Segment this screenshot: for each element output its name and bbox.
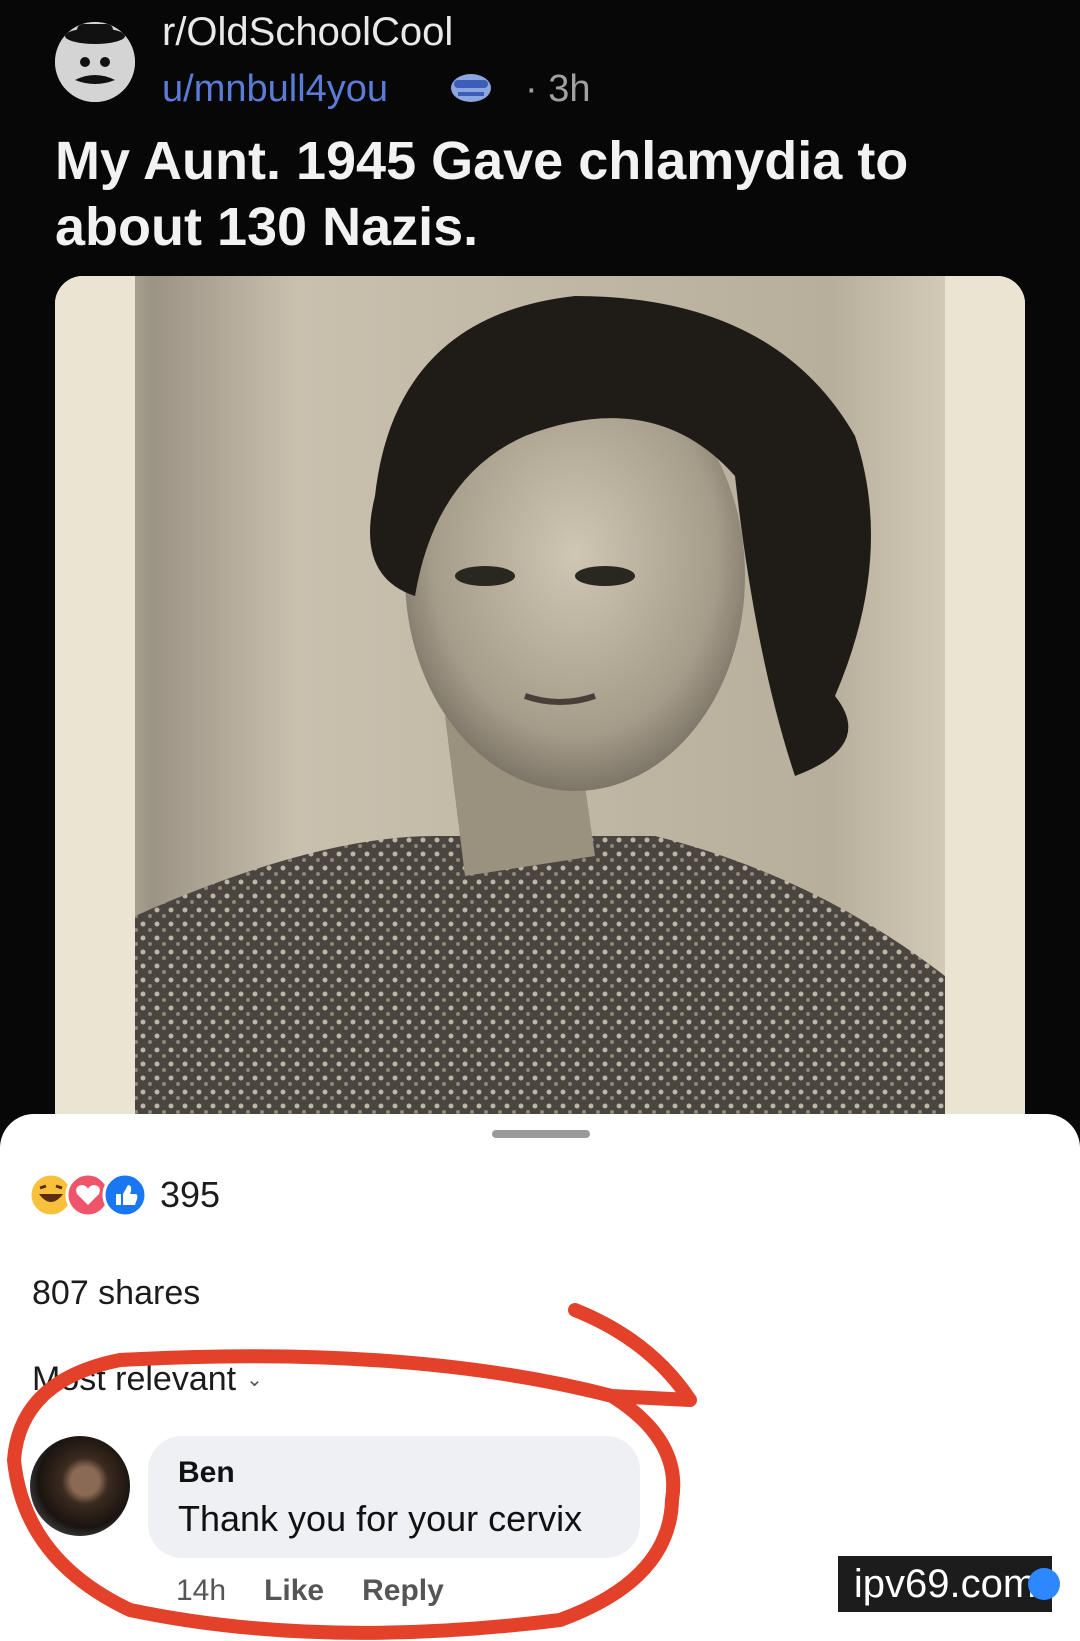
comment-author[interactable]: Ben <box>178 1456 235 1490</box>
commenter-avatar[interactable] <box>30 1436 130 1536</box>
award-icon <box>448 66 494 111</box>
like-button[interactable]: Like <box>264 1574 324 1607</box>
post-title: My Aunt. 1945 Gave chlamydia to about 13… <box>55 131 909 257</box>
portrait-image <box>55 276 1025 1156</box>
chevron-down-icon: ⌄ <box>246 1369 263 1391</box>
post-photo[interactable] <box>55 276 1025 1156</box>
post-time: · 3h <box>525 68 591 110</box>
comment-bubble[interactable]: Ben Thank you for your cervix <box>148 1436 640 1558</box>
like-icon <box>102 1172 148 1218</box>
subreddit-avatar[interactable] <box>55 22 135 102</box>
comment-text: Thank you for your cervix <box>178 1498 583 1539</box>
subreddit-name[interactable]: r/OldSchoolCool <box>162 10 453 55</box>
sort-dropdown[interactable]: Most relevant ⌄ <box>32 1360 263 1399</box>
comment-actions: 14h Like Reply <box>176 1574 482 1608</box>
comment-time: 14h <box>176 1574 227 1607</box>
reply-button[interactable]: Reply <box>362 1574 444 1607</box>
watermark-bubble-icon <box>1028 1568 1060 1600</box>
snoo-icon <box>55 22 135 102</box>
share-count[interactable]: 807 shares <box>32 1274 200 1313</box>
reaction-count[interactable]: 395 <box>160 1172 220 1218</box>
sort-label: Most relevant <box>32 1360 237 1398</box>
reaction-icons[interactable] <box>28 1172 158 1218</box>
username-link[interactable]: u/mnbull4you <box>162 68 388 111</box>
watermark: ipv69.com <box>838 1556 1052 1612</box>
sheet-drag-handle[interactable] <box>492 1130 590 1138</box>
